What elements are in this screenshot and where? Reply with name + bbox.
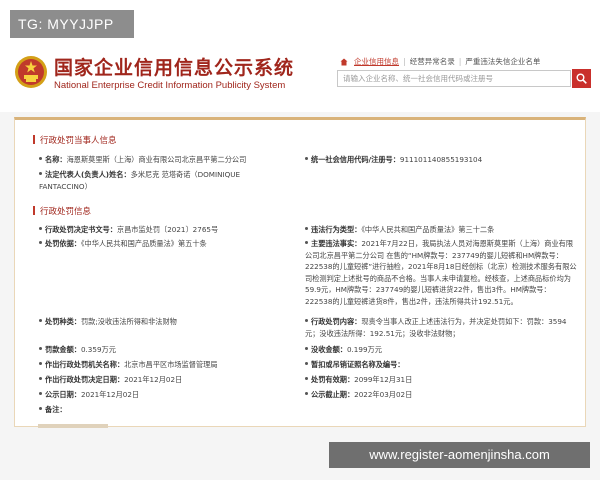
field-authority: 作出行政处罚机关名称：北京市昌平区市场监督管理局 — [39, 359, 299, 371]
field-penalty-basis: 处罚依据：《中华人民共和国产品质量法》第五十条 — [39, 238, 299, 250]
field-remarks: 备注： — [39, 404, 299, 416]
watermark-banner: www.register-aomenjinsha.com — [329, 442, 590, 468]
tg-badge: TG: MYYJJPP — [10, 10, 134, 38]
field-penalty-kind: 处罚种类：罚款;没收违法所得和非法财物 — [39, 316, 299, 328]
field-confiscated-amount: 没收金额：0.199万元 — [305, 344, 575, 356]
nav-serious-violation-list[interactable]: 严重违法失信企业名单 — [461, 56, 544, 67]
section-title-party: 行政处罚当事人信息 — [33, 134, 117, 146]
field-main-facts: 主要违法事实：2021年7月22日，我局执法人员对海恩斯莫里斯（上海）商业有限公… — [305, 239, 577, 306]
detail-panel: 行政处罚当事人信息 名称：海恩斯莫里斯（上海）商业有限公司北京昌平第二分公司 统… — [14, 117, 586, 427]
national-emblem-icon — [15, 56, 47, 88]
field-fine-amount: 罚款金额：0.359万元 — [39, 344, 299, 356]
field-name: 名称：海恩斯莫里斯（上海）商业有限公司北京昌平第二分公司 — [39, 154, 299, 166]
field-publicity-date: 公示日期：2021年12月02日 — [39, 389, 299, 401]
field-violation-type: 违法行为类型：《中华人民共和国产品质量法》第三十二条 — [305, 224, 575, 236]
field-decision-date: 作出行政处罚决定日期：2021年12月02日 — [39, 374, 299, 386]
search-input[interactable]: 请输入企业名称、统一社会信用代码或注册号 — [337, 70, 571, 87]
site-header: 国家企业信用信息公示系统 National Enterprise Credit … — [0, 40, 600, 112]
field-publicity-end: 公示截止期：2022年03月02日 — [305, 389, 575, 401]
field-valid-until: 处罚有效期：2099年12月31日 — [305, 374, 575, 386]
field-legal-rep: 法定代表人(负责人)姓名：多米尼克 范塔奇诺（DOMINIQUE FANTACC… — [39, 170, 241, 191]
field-credit-code: 统一社会信用代码/注册号：911101140855193104 — [305, 154, 575, 166]
nav-abnormal-list[interactable]: 经营异常名录 — [406, 56, 459, 67]
next-section-title-fragment — [38, 424, 108, 428]
field-decision-doc-no: 行政处罚决定书文号：京昌市监处罚〔2021〕2765号 — [39, 224, 299, 236]
site-title: 国家企业信用信息公示系统 — [54, 57, 295, 79]
nav-enterprise-credit[interactable]: 企业信用信息 — [350, 56, 403, 67]
section-title-penalty: 行政处罚信息 — [33, 205, 91, 217]
field-revoked-license: 暂扣或吊销证照名称及编号： — [305, 359, 575, 371]
search-icon — [576, 73, 587, 84]
site-subtitle: National Enterprise Credit Information P… — [54, 80, 286, 91]
field-penalty-content: 行政处罚内容：现责令当事人改正上述违法行为，并决定处罚如下：罚款：3594元；没… — [305, 317, 567, 338]
home-icon — [340, 58, 348, 65]
top-nav: 企业信用信息 | 经营异常名录 | 严重违法失信企业名单 — [340, 56, 544, 67]
search-button[interactable] — [572, 69, 591, 88]
